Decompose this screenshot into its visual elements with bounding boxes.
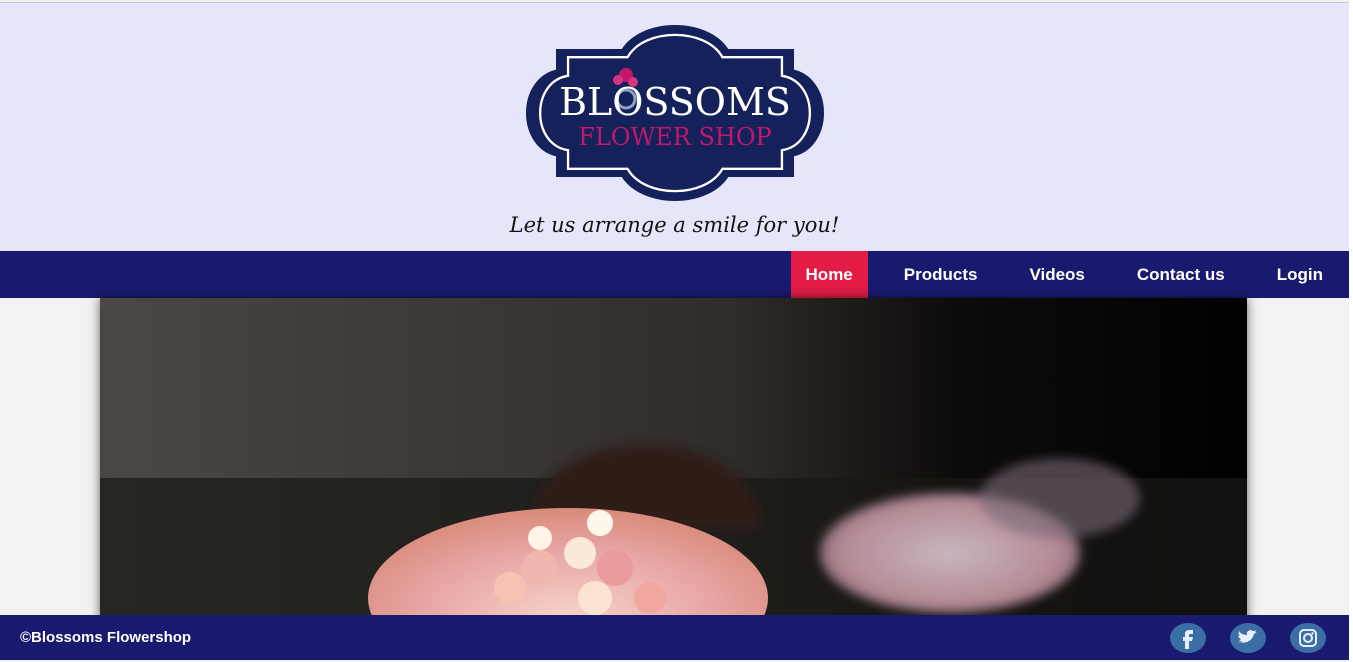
logo-name-top: BLOSSOMS <box>559 80 791 124</box>
twitter-icon[interactable] <box>1230 623 1266 653</box>
site-header: BLOSSOMS FLOWER SHOP Let us arrange a sm… <box>0 2 1349 252</box>
page-edge <box>1349 0 1353 662</box>
main-navbar: Home Products Videos Contact us Login <box>0 251 1349 298</box>
hero-image <box>100 298 1247 628</box>
instagram-icon[interactable] <box>1290 623 1326 653</box>
copyright-text: ©Blossoms Flowershop <box>20 629 192 646</box>
site-footer: ©Blossoms Flowershop <box>0 615 1349 660</box>
nav-home[interactable]: Home <box>790 251 868 298</box>
nav-contact-us[interactable]: Contact us <box>1111 251 1251 298</box>
facebook-icon[interactable] <box>1170 623 1206 653</box>
brand-logo[interactable]: BLOSSOMS FLOWER SHOP <box>514 13 836 213</box>
nav-products[interactable]: Products <box>878 251 1004 298</box>
nav-menu: Home Products Videos Contact us Login <box>790 251 1349 298</box>
logo-name-bottom: FLOWER SHOP <box>578 123 771 151</box>
nav-videos[interactable]: Videos <box>1003 251 1110 298</box>
nav-login[interactable]: Login <box>1251 251 1349 298</box>
tagline: Let us arrange a smile for you! <box>509 213 840 237</box>
